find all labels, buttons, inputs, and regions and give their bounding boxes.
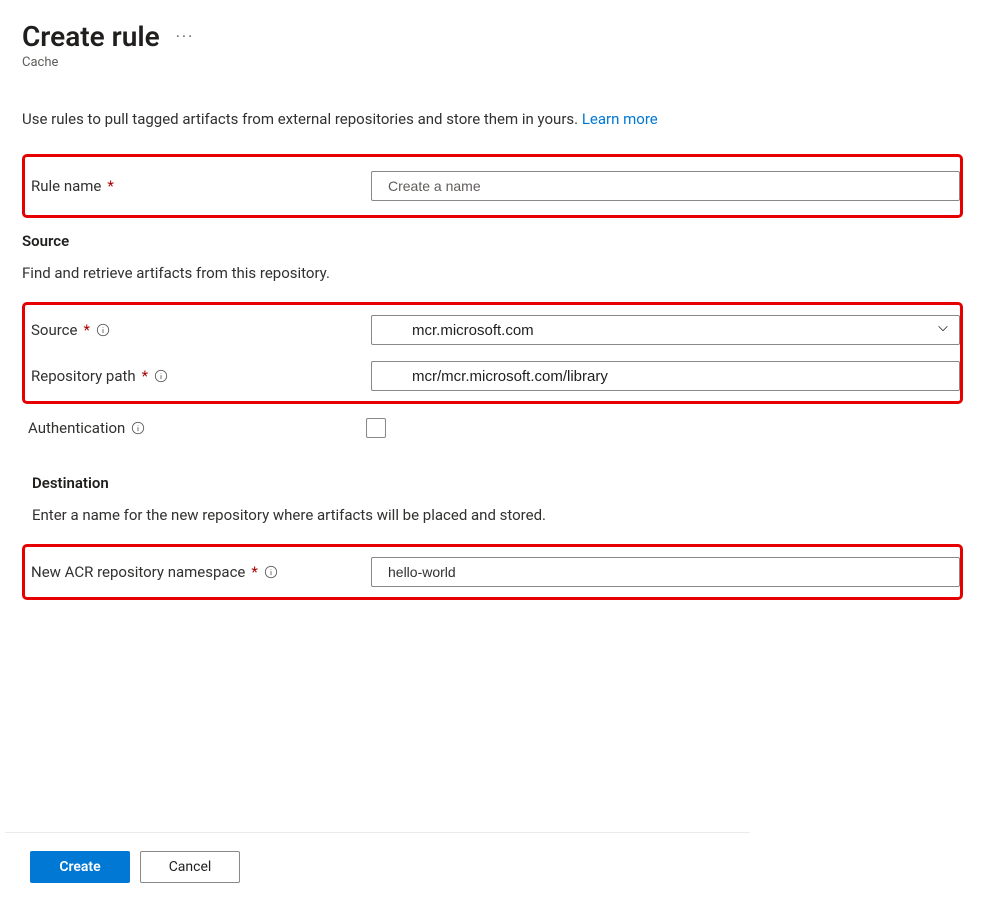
repo-path-input[interactable] xyxy=(371,361,960,391)
required-asterisk: * xyxy=(142,367,148,385)
source-section: Source Find and retrieve artifacts from … xyxy=(22,232,963,438)
info-icon[interactable] xyxy=(154,369,168,383)
destination-section-title: Destination xyxy=(32,474,963,492)
namespace-label: New ACR repository namespace * xyxy=(31,563,371,581)
intro-text: Use rules to pull tagged artifacts from … xyxy=(22,110,963,128)
repo-path-label: Repository path * xyxy=(31,367,371,385)
footer-divider xyxy=(5,832,750,833)
source-section-description: Find and retrieve artifacts from this re… xyxy=(22,264,963,282)
source-label-text: Source xyxy=(31,321,77,339)
source-select[interactable] xyxy=(371,315,960,345)
info-icon[interactable] xyxy=(131,421,145,435)
authentication-label: Authentication xyxy=(28,419,368,437)
learn-more-link[interactable]: Learn more xyxy=(582,110,658,128)
intro-text-body: Use rules to pull tagged artifacts from … xyxy=(22,110,582,128)
authentication-label-text: Authentication xyxy=(28,419,125,437)
page-title: Create rule xyxy=(22,20,160,53)
breadcrumb-subtitle: Cache xyxy=(22,55,963,70)
rule-name-label-text: Rule name xyxy=(31,177,101,195)
cancel-button[interactable]: Cancel xyxy=(140,851,240,883)
info-icon[interactable] xyxy=(96,323,110,337)
source-section-title: Source xyxy=(22,232,963,250)
namespace-label-text: New ACR repository namespace xyxy=(31,563,245,581)
repo-path-label-text: Repository path xyxy=(31,367,136,385)
destination-field-highlight: New ACR repository namespace * xyxy=(22,544,963,600)
footer-actions: Create Cancel xyxy=(0,835,985,903)
more-actions-icon[interactable]: ··· xyxy=(176,27,195,46)
destination-section-description: Enter a name for the new repository wher… xyxy=(32,506,963,524)
rule-name-label: Rule name * xyxy=(31,177,371,195)
rule-name-highlight: Rule name * xyxy=(22,154,963,218)
required-asterisk: * xyxy=(107,177,113,195)
source-fields-highlight: Source * Repository path * xyxy=(22,302,963,404)
destination-section: Destination Enter a name for the new rep… xyxy=(32,474,963,600)
authentication-checkbox[interactable] xyxy=(366,418,386,438)
rule-name-input[interactable] xyxy=(371,171,960,201)
source-label: Source * xyxy=(31,321,371,339)
required-asterisk: * xyxy=(83,321,89,339)
required-asterisk: * xyxy=(251,563,257,581)
info-icon[interactable] xyxy=(264,565,278,579)
namespace-input[interactable] xyxy=(371,557,960,587)
create-button[interactable]: Create xyxy=(30,851,130,883)
